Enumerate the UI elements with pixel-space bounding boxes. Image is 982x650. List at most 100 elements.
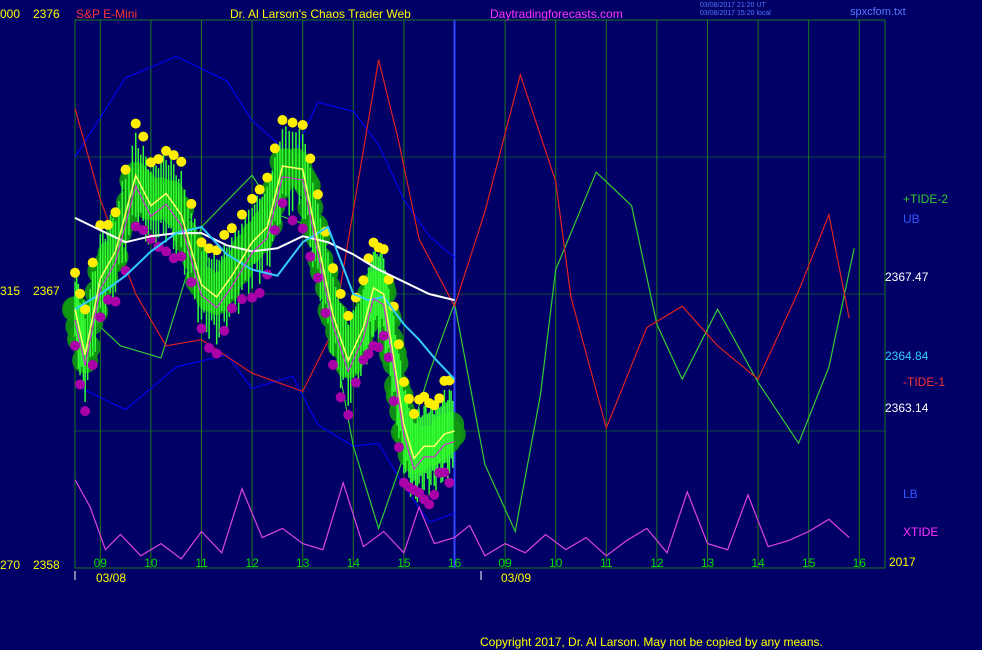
high-dot [358, 275, 369, 286]
high-dot [305, 153, 316, 164]
series-xtide [74, 479, 850, 560]
date-label-1: 03/08 [96, 571, 127, 585]
x-tick-label: 16 [448, 556, 462, 570]
low-dot [343, 409, 354, 420]
low-dot [236, 294, 247, 305]
low-dot [312, 272, 323, 283]
low-dot [161, 246, 172, 257]
y-top-left: 000 [0, 7, 21, 21]
high-dot [168, 150, 179, 161]
high-dot [247, 193, 258, 204]
low-dot [429, 489, 440, 500]
x-tick-label: 15 [397, 556, 411, 570]
y-top-price: 2376 [33, 7, 60, 21]
x-tick-label: 14 [751, 556, 765, 570]
high-dot [102, 219, 113, 230]
x-tick-label: 10 [144, 556, 158, 570]
low-dot [80, 406, 91, 417]
high-dot [219, 229, 230, 240]
timestamp-ut: 03/08/2017 21:20 UT [700, 2, 766, 9]
high-dot [297, 119, 308, 130]
high-dot [328, 263, 339, 274]
copyright: Copyright 2017, Dr. Al Larson. May not b… [480, 635, 823, 649]
y-mid-left: 315 [0, 284, 21, 298]
low-dot [219, 325, 230, 336]
tide2-label: +TIDE-2 [903, 192, 949, 206]
low-dot [287, 215, 298, 226]
low-dot [393, 442, 404, 453]
high-dot [398, 377, 409, 388]
x-tick-label: 13 [296, 556, 310, 570]
high-dot [277, 115, 288, 126]
lb-label: LB [903, 487, 918, 501]
y-bottom-left: 270 [0, 558, 21, 572]
high-dot [153, 154, 164, 165]
low-dot [424, 499, 435, 510]
high-dot [254, 184, 265, 195]
high-dot [262, 172, 273, 183]
x-tick-label: 09 [94, 556, 108, 570]
low-dot [138, 225, 149, 236]
high-dot [130, 118, 141, 129]
low-dot [211, 348, 222, 359]
tide1-label: -TIDE-1 [903, 375, 945, 389]
high-dot [434, 393, 445, 404]
x-tick-label: 13 [701, 556, 715, 570]
xtide-label: XTIDE [903, 525, 939, 539]
y-bottom-price: 2358 [33, 558, 60, 572]
high-dot [236, 209, 247, 220]
x-tick-label: 16 [853, 556, 867, 570]
x-tick-label: 11 [600, 556, 613, 570]
high-dot [403, 393, 414, 404]
low-dot [176, 251, 187, 262]
high-dot [176, 156, 187, 167]
high-dot [393, 339, 404, 350]
low-dot [186, 277, 197, 288]
high-dot [110, 207, 121, 218]
high-dot [70, 267, 80, 278]
x-tick-label: 10 [549, 556, 563, 570]
x-tick-label: 12 [650, 556, 664, 570]
high-dot [343, 310, 354, 321]
low-dot [439, 467, 450, 478]
high-dot [312, 189, 323, 200]
price-readout-a: 2367.47 [885, 270, 929, 284]
high-dot [335, 288, 346, 299]
high-dot [138, 131, 149, 142]
low-dot [350, 377, 361, 388]
low-dot [373, 342, 384, 353]
low-dot [196, 323, 207, 334]
high-dot [186, 198, 197, 209]
low-dot [254, 288, 265, 299]
y-mid-price: 2367 [33, 284, 60, 298]
low-dot [277, 197, 288, 208]
price-readout-c: 2363.14 [885, 401, 929, 415]
high-dot [378, 244, 389, 255]
year-label: 2017 [889, 555, 916, 569]
x-tick-label: 09 [498, 556, 512, 570]
app-title: Dr. Al Larson's Chaos Trader Web [230, 7, 411, 21]
low-dot [388, 395, 399, 406]
low-dot [75, 379, 86, 390]
high-dot [120, 164, 131, 175]
low-dot [110, 296, 121, 307]
high-dot [87, 257, 98, 268]
high-dot [409, 408, 420, 419]
high-dot [226, 223, 237, 234]
date-label-2: 03/09 [501, 571, 532, 585]
low-dot [269, 225, 280, 236]
low-dot [335, 392, 346, 403]
low-dot [70, 340, 80, 351]
instrument-title: S&P E-Mini [76, 7, 138, 21]
low-dot [444, 477, 455, 488]
high-dot [287, 117, 298, 128]
high-dot [269, 143, 280, 154]
site-name: Daytradingforecasts.com [490, 7, 623, 21]
price-readout-b: 2364.84 [885, 349, 929, 363]
timestamp-local: 03/08/2017 15:20 local [700, 10, 771, 17]
x-tick-label: 11 [195, 556, 208, 570]
ub-label: UB [903, 212, 920, 226]
low-dot [297, 223, 308, 234]
low-dot [328, 359, 339, 370]
low-dot [87, 359, 98, 370]
